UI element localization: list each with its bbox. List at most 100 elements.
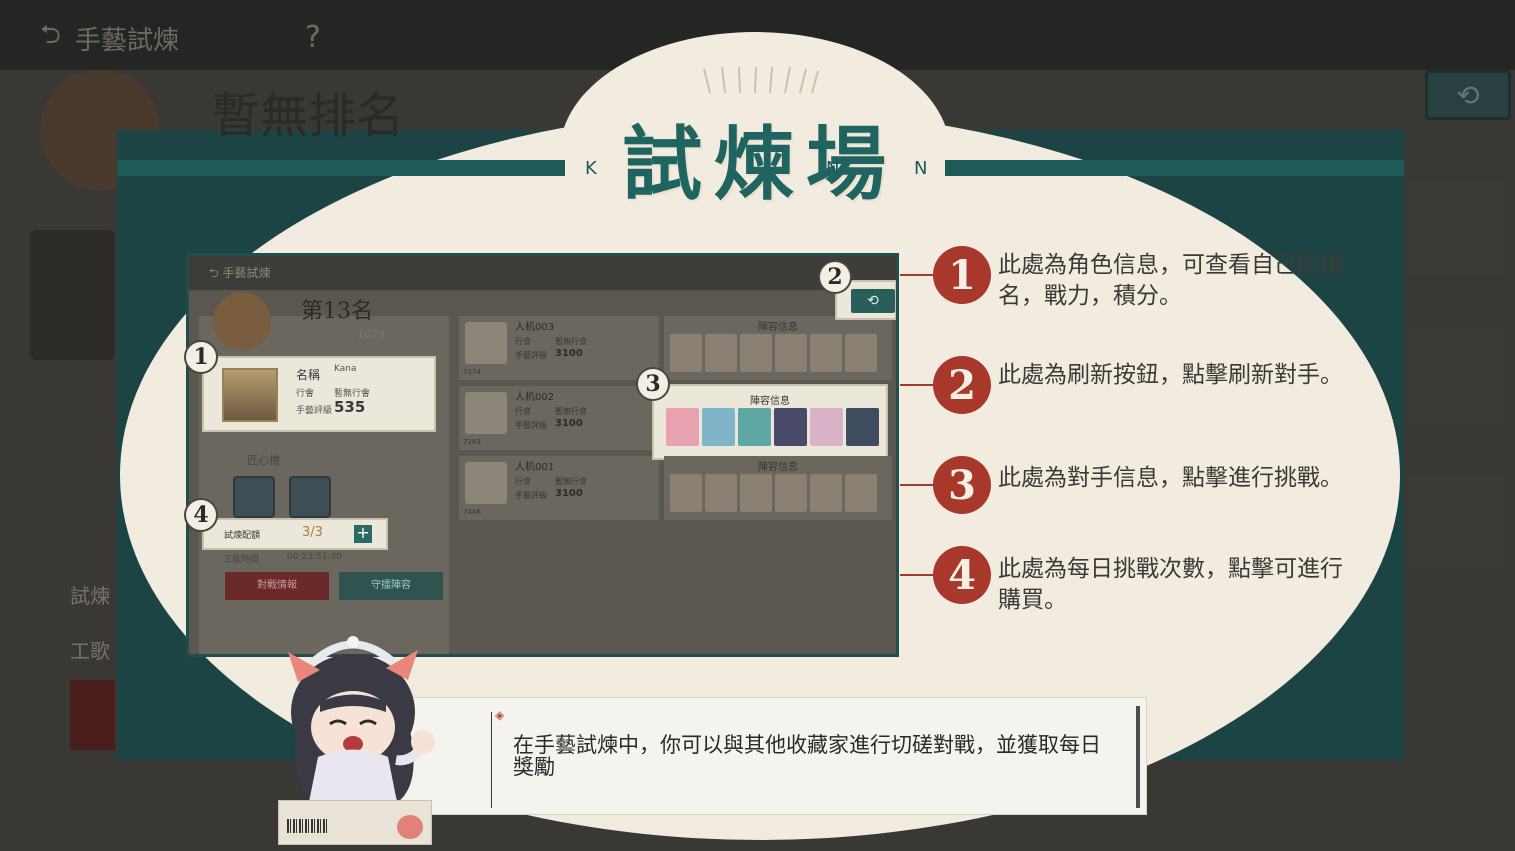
mini-opponent-avatar [465,462,507,504]
trial-label: 試煉 [70,584,110,608]
peach-icon [397,815,423,839]
step-description-1: 此處為角色信息，可查看自己的排名，戰力，積分。 [998,252,1343,309]
dialog-divider [491,712,492,808]
mini-power: 1029 [357,328,385,341]
mini-craft-slot [289,476,331,518]
mini-worktime-value: 00:23:51:40 [287,552,342,562]
mini-rank-emblem [213,292,271,350]
rank-status: 暫無排名 [212,88,405,144]
mini-hero-card [774,408,807,446]
mini-hero-card [845,334,877,372]
title-letter: N [914,158,928,179]
cardboard-box [278,800,432,845]
mini-player-avatar [222,368,278,422]
title-bar-right [945,160,1404,176]
battle-button-bg [70,680,115,750]
mini-hero-card [810,474,842,512]
barcode-icon [287,819,327,833]
mini-quota-value: 3/3 [302,525,323,540]
connector-line [900,274,936,276]
stamp-icon: ◈ [495,708,505,722]
help-button[interactable]: ? [305,20,321,55]
mini-hero-card [740,334,772,372]
mini-lineup: 陣容信息 [664,316,892,380]
dialog-text: 在手藝試煉中，你可以與其他收藏家進行切磋對戰，並獲取每日獎勵 [513,733,1101,779]
mini-hero-card [666,408,699,446]
mini-opponent-power: 7174 [463,368,481,376]
callout-badge-4: 4 [184,498,218,532]
mini-opponent-guild: 暫無行會 [555,337,587,346]
mini-craft-label: 匠心槽 [247,454,280,467]
mini-hero-card [738,408,771,446]
mini-hero-card [810,334,842,372]
title-rays-decoration [703,66,819,94]
back-button[interactable]: ⮌ 手藝試煉 [40,18,280,58]
opponent-card-bg [1405,475,1505,570]
mini-hero-card [670,334,702,372]
mini-craft-slot [233,476,275,518]
callout-badge-2: 2 [818,260,852,294]
mini-opponent-row: 人机003 行會 暫無行會 手藝評級 3100 7174 [459,316,659,380]
dialog-box[interactable]: ◈ 在手藝試煉中，你可以與其他收藏家進行切磋對戰，並獲取每日獎勵 [390,697,1147,815]
mini-opponent-name: 人机001 [515,462,555,473]
mini-hero-card [845,474,877,512]
screen-title: 手藝試煉 [74,25,179,56]
opponent-card-bg [1405,330,1505,425]
mini-name-value: Kana [334,364,357,374]
mini-opponent-score: 3100 [555,418,583,429]
mini-opponent-row: 人机002 行會 暫無行會 手藝評級 3100 7263 [459,386,659,450]
mini-hero-card [775,334,807,372]
mini-hero-card [775,474,807,512]
mini-defense-button: 守擂陣容 [339,572,443,600]
mini-hero-card [810,408,843,446]
opponent-card-bg [1405,180,1505,275]
mini-opponent-score: 3100 [555,348,583,359]
mini-opponent-lineup-highlight: 陣容信息 [652,384,888,460]
callout-badge-3: 3 [636,367,670,401]
plus-icon: + [354,525,372,543]
mini-opponent-score: 3100 [555,488,583,499]
mini-name-label: 名稱 [296,368,321,382]
mini-hero-card [705,334,737,372]
mini-worktime-label: 工歌時間 [223,555,260,565]
mini-lineup: 陣容信息 [664,456,892,520]
refresh-icon: ⟲ [851,289,895,313]
mini-quota-label: 試煉配額 [224,531,261,541]
connector-line [900,574,936,576]
mini-opponent-power: 7446 [463,508,481,516]
mascot-character [288,636,435,807]
mini-guild-label: 行會 [296,389,315,399]
mini-opponent-guild: 暫無行會 [555,407,587,416]
mini-opponent-power: 7263 [463,438,481,446]
mini-top-bar: ⮌ 手藝試煉 [189,256,896,290]
mini-opponent-row: 人机001 行會 暫無行會 手藝評級 3100 7446 [459,456,659,520]
mini-lineup-cards [670,334,877,372]
refresh-icon: ⟲ [1425,70,1511,120]
step-description-2: 此處為刷新按鈕，點擊刷新對手。 [998,362,1343,388]
mini-lineup-title: 陣容信息 [750,396,790,407]
mini-rank: 第13名 [301,299,373,324]
step-description-4: 此處為每日挑戰次數，點擊可進行購買。 [998,556,1343,613]
title-letter: N [826,158,840,179]
dialog-scrollbar [1136,706,1140,808]
tutorial-title: 試煉場 [622,117,898,211]
step-description-3: 此處為對手信息，點擊進行挑戰。 [998,465,1343,491]
mini-hero-card [702,408,735,446]
mini-opponent-name: 人机002 [515,392,555,403]
mini-back-label: ⮌ 手藝試煉 [209,266,271,280]
mini-lineup-title: 陣容信息 [758,322,798,333]
step-number-4: 4 [933,546,991,604]
mini-opponent-score-label: 手藝評級 [515,491,547,500]
mini-opponent-score-label: 手藝評級 [515,351,547,360]
tutorial-screenshot: ⮌ 手藝試煉 匠心槽 第13名 1029 名稱 Kana 行會 暫無行會 手藝評… [186,253,899,657]
mini-hero-card [705,474,737,512]
mini-lineup-cards [666,408,879,446]
mini-lineup-title: 陣容信息 [758,462,798,473]
connector-line [900,384,936,386]
mini-opponent-name: 人机003 [515,322,555,333]
mini-daily-quota: 試煉配額 3/3 + [202,518,388,550]
mini-hero-card [670,474,702,512]
mini-opponent-guild-label: 行會 [515,407,531,416]
connector-line [900,484,936,486]
mini-opponent-score-label: 手藝評級 [515,421,547,430]
